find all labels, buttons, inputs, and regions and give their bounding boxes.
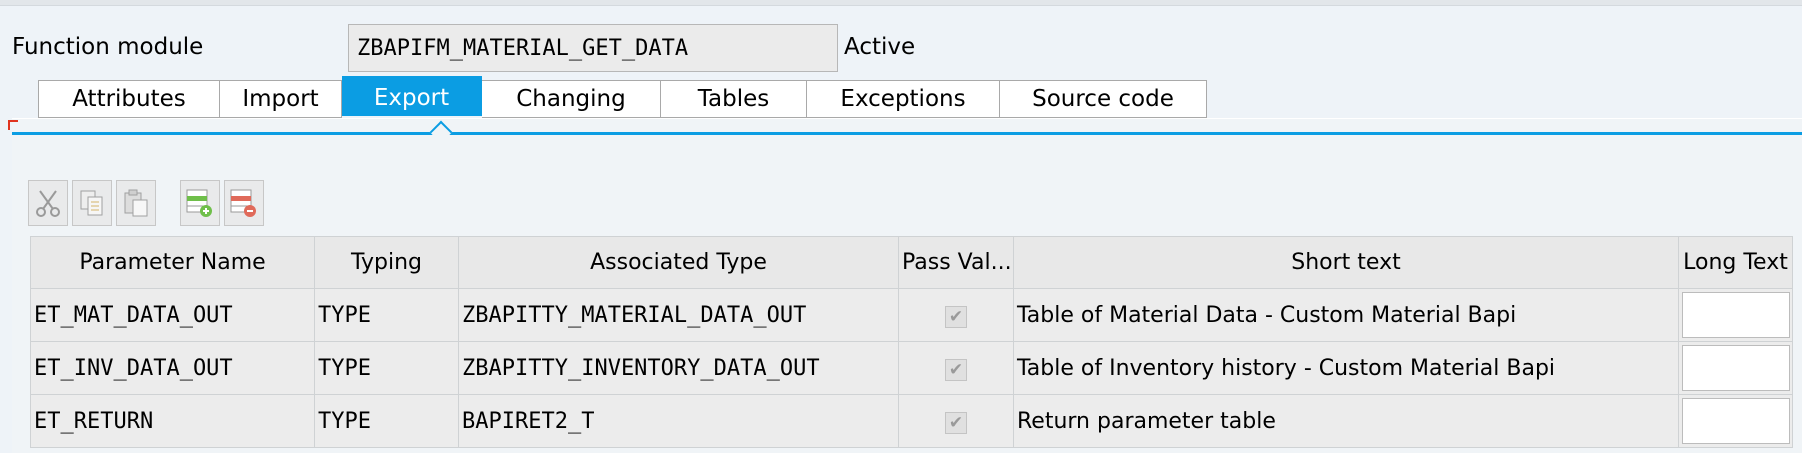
table-toolbar bbox=[28, 180, 264, 226]
pass-value-checkbox[interactable]: ✔ bbox=[945, 411, 967, 434]
function-module-label: Function module bbox=[12, 34, 204, 60]
table-header-row: Parameter Name Typing Associated Type Pa… bbox=[30, 236, 1793, 289]
function-module-name-field[interactable]: ZBAPIFM_MATERIAL_GET_DATA bbox=[348, 24, 838, 72]
tab-changing[interactable]: Changing bbox=[482, 80, 661, 118]
short-text-cell[interactable]: Table of Material Data - Custom Material… bbox=[1013, 288, 1679, 342]
column-header-parameter-name[interactable]: Parameter Name bbox=[30, 236, 315, 289]
copy-button[interactable] bbox=[72, 180, 112, 226]
pass-value-checkbox[interactable]: ✔ bbox=[945, 358, 967, 381]
delete-row-button[interactable] bbox=[224, 180, 264, 226]
column-header-associated-type[interactable]: Associated Type bbox=[458, 236, 899, 289]
long-text-button[interactable] bbox=[1682, 398, 1790, 444]
typing-cell[interactable]: TYPE bbox=[314, 341, 459, 395]
tab-tables[interactable]: Tables bbox=[661, 80, 807, 118]
parameter-name-cell[interactable]: ET_RETURN bbox=[30, 394, 315, 448]
table-row: ET_RETURN TYPE BAPIRET2_T ✔ Return param… bbox=[30, 394, 1793, 448]
copy-icon bbox=[80, 190, 103, 216]
focus-corner-marker bbox=[8, 120, 18, 130]
export-parameters-table: Parameter Name Typing Associated Type Pa… bbox=[30, 236, 1793, 448]
column-header-pass-value[interactable]: Pass Val... bbox=[898, 236, 1014, 289]
long-text-cell bbox=[1678, 394, 1793, 448]
parameter-name-cell[interactable]: ET_INV_DATA_OUT bbox=[30, 341, 315, 395]
tab-exceptions[interactable]: Exceptions bbox=[807, 80, 1000, 118]
tab-import[interactable]: Import bbox=[220, 80, 342, 118]
insert-row-icon bbox=[186, 189, 212, 217]
window-top-border bbox=[0, 0, 1802, 6]
insert-row-button[interactable] bbox=[180, 180, 220, 226]
function-module-status: Active bbox=[844, 34, 916, 60]
cut-icon bbox=[36, 190, 60, 217]
pass-value-cell: ✔ bbox=[898, 341, 1014, 395]
associated-type-cell[interactable]: ZBAPITTY_INVENTORY_DATA_OUT bbox=[458, 341, 899, 395]
tab-attributes[interactable]: Attributes bbox=[38, 80, 220, 118]
long-text-button[interactable] bbox=[1682, 292, 1790, 338]
associated-type-cell[interactable]: BAPIRET2_T bbox=[458, 394, 899, 448]
long-text-cell bbox=[1678, 341, 1793, 395]
parameter-name-cell[interactable]: ET_MAT_DATA_OUT bbox=[30, 288, 315, 342]
tab-underline bbox=[12, 132, 1802, 135]
table-row: ET_MAT_DATA_OUT TYPE ZBAPITTY_MATERIAL_D… bbox=[30, 288, 1793, 342]
pass-value-cell: ✔ bbox=[898, 394, 1014, 448]
paste-button[interactable] bbox=[116, 180, 156, 226]
delete-row-icon bbox=[230, 189, 256, 217]
pass-value-checkbox[interactable]: ✔ bbox=[945, 305, 967, 328]
typing-cell[interactable]: TYPE bbox=[314, 394, 459, 448]
long-text-button[interactable] bbox=[1682, 345, 1790, 391]
tab-source-code[interactable]: Source code bbox=[1000, 80, 1207, 118]
tab-strip: Attributes Import Export Changing Tables… bbox=[38, 76, 1207, 118]
table-row: ET_INV_DATA_OUT TYPE ZBAPITTY_INVENTORY_… bbox=[30, 341, 1793, 395]
associated-type-cell[interactable]: ZBAPITTY_MATERIAL_DATA_OUT bbox=[458, 288, 899, 342]
column-header-typing[interactable]: Typing bbox=[314, 236, 459, 289]
column-header-long-text[interactable]: Long Text bbox=[1678, 236, 1793, 289]
paste-icon bbox=[124, 189, 148, 217]
pass-value-cell: ✔ bbox=[898, 288, 1014, 342]
cut-button[interactable] bbox=[28, 180, 68, 226]
long-text-cell bbox=[1678, 288, 1793, 342]
short-text-cell[interactable]: Table of Inventory history - Custom Mate… bbox=[1013, 341, 1679, 395]
typing-cell[interactable]: TYPE bbox=[314, 288, 459, 342]
tab-export[interactable]: Export bbox=[342, 76, 482, 116]
column-header-short-text[interactable]: Short text bbox=[1013, 236, 1679, 289]
short-text-cell[interactable]: Return parameter table bbox=[1013, 394, 1679, 448]
